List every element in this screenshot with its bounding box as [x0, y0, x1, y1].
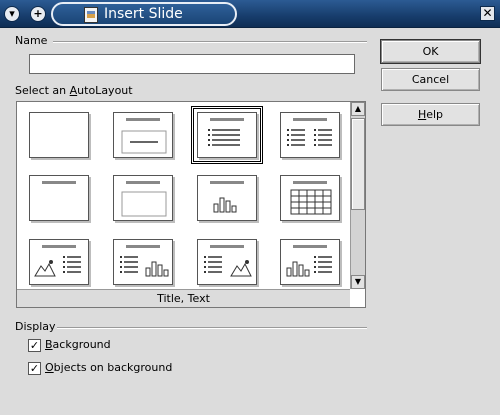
layout-thumb-title-box[interactable]	[113, 175, 173, 221]
window-title-pill: Insert Slide	[51, 2, 237, 26]
background-checkbox[interactable]: ✓	[28, 339, 41, 352]
objects-on-background-checkbox[interactable]: ✓	[28, 362, 41, 375]
autolayout-label: Select an AutoLayout	[15, 84, 133, 97]
layout-thumb-title-clipart-text[interactable]	[29, 239, 89, 285]
display-divider	[57, 327, 367, 329]
name-divider	[53, 41, 367, 43]
layout-thumb-title-text-chart[interactable]	[113, 239, 173, 285]
ok-button[interactable]: OK	[380, 39, 481, 64]
scroll-up-icon[interactable]: ▲	[351, 102, 365, 116]
display-label: Display	[15, 320, 56, 333]
title-table-preview-icon	[290, 181, 332, 215]
title-chart-preview-icon	[210, 181, 244, 213]
scroll-down-icon[interactable]: ▼	[351, 275, 365, 289]
title-content-preview-icon	[121, 118, 167, 154]
title-text-clipart-preview-icon	[204, 245, 252, 277]
name-input[interactable]	[29, 54, 355, 74]
objects-on-background-label: Objects on background	[45, 361, 173, 374]
title-chart-text-preview-icon	[286, 245, 332, 277]
title-two-columns-preview-icon	[287, 118, 332, 146]
layout-thumb-title-chart-text[interactable]	[280, 239, 340, 285]
layout-thumb-title-only[interactable]	[29, 175, 89, 221]
help-button[interactable]: Help	[381, 103, 480, 126]
close-icon[interactable]: ✕	[480, 6, 495, 21]
window-shade-icon[interactable]: +	[30, 6, 46, 22]
title-bar: ▾ + Insert Slide ✕	[0, 0, 500, 28]
slide-icon	[84, 7, 98, 23]
scroll-thumb[interactable]	[351, 118, 365, 210]
layout-thumb-title-text-clipart[interactable]	[197, 239, 257, 285]
title-only-preview-icon	[42, 181, 76, 184]
layout-thumb-title-table[interactable]	[280, 175, 340, 221]
background-label: Background	[45, 338, 111, 351]
cancel-button[interactable]: Cancel	[381, 68, 480, 91]
title-box-preview-icon	[121, 181, 167, 217]
selected-layout-caption: Title, Text	[17, 289, 350, 307]
layout-thumb-blank[interactable]	[29, 112, 89, 158]
window-title: Insert Slide	[104, 6, 183, 22]
layout-thumb-title-content[interactable]	[113, 112, 173, 158]
title-text-preview-icon	[208, 118, 244, 146]
name-label: Name	[15, 34, 48, 47]
autolayout-listbox[interactable]: ▲ ▼ Title, Text	[16, 101, 366, 308]
layout-thumb-title-chart[interactable]	[197, 175, 257, 221]
title-text-chart-preview-icon	[120, 245, 169, 277]
window-menu-icon[interactable]: ▾	[4, 6, 20, 22]
layout-thumb-title-text[interactable]	[191, 106, 263, 164]
blank-preview-icon	[30, 113, 88, 157]
autolayout-grid	[17, 102, 350, 289]
layout-thumb-title-two-columns[interactable]	[280, 112, 340, 158]
autolayout-scrollbar[interactable]: ▲ ▼	[350, 102, 365, 289]
title-clipart-text-preview-icon	[34, 245, 81, 277]
